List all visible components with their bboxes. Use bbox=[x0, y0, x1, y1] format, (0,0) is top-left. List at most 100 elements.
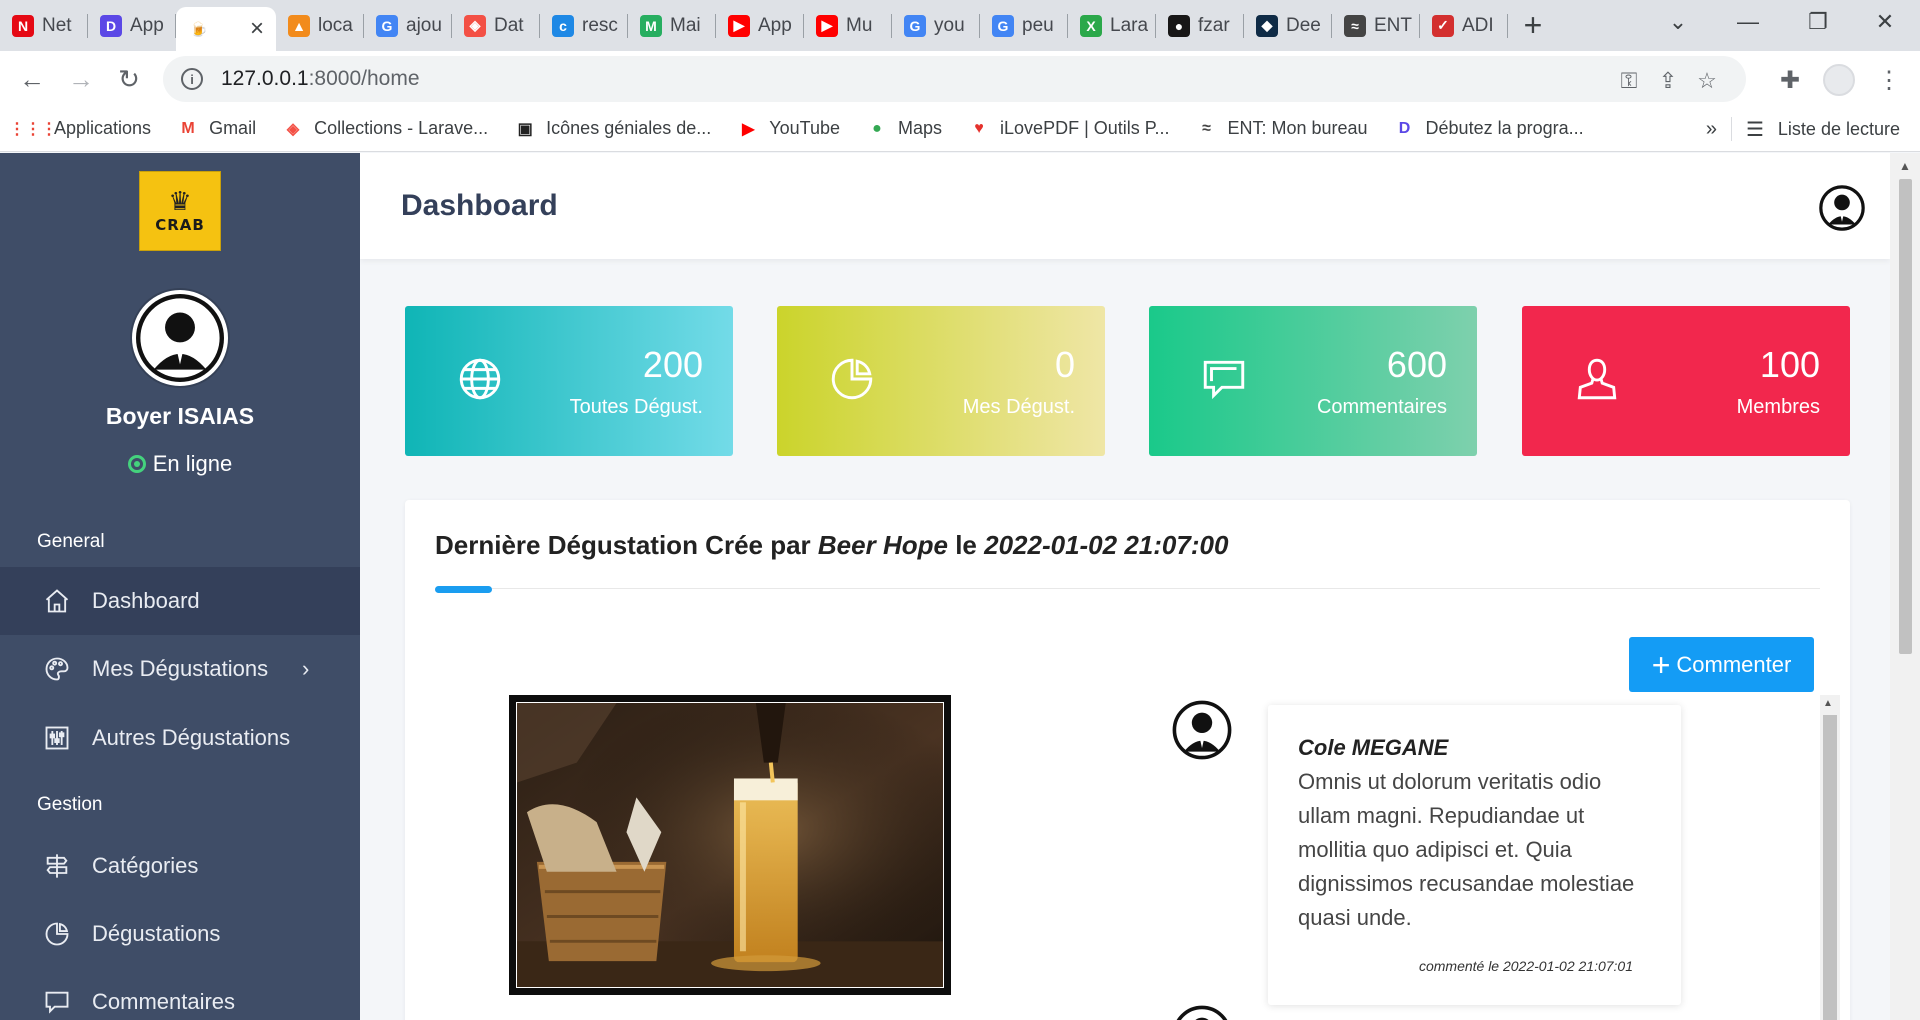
bookmarks-more-icon[interactable]: » bbox=[1706, 118, 1717, 141]
bookmark-item[interactable]: ● Maps bbox=[866, 118, 942, 140]
tab-favicon-icon: ◆ bbox=[1256, 14, 1278, 37]
browser-tab[interactable]: D App bbox=[88, 0, 176, 51]
comment-body: Omnis ut dolorum veritatis odio ullam ma… bbox=[1298, 769, 1635, 930]
chat-icon bbox=[42, 987, 72, 1017]
tab-favicon-icon: G bbox=[992, 14, 1014, 37]
stat-value: 200 bbox=[642, 344, 703, 385]
sidebar-item-commentaires[interactable]: Commentaires bbox=[0, 968, 360, 1020]
sidebar-item-categories[interactable]: Catégories bbox=[0, 832, 360, 900]
tab-favicon-icon: G bbox=[904, 14, 926, 37]
scrollbar-thumb[interactable] bbox=[1899, 179, 1912, 654]
stat-card-mes-degustations[interactable]: 0 Mes Dégust. bbox=[777, 306, 1105, 456]
back-icon[interactable]: ← bbox=[14, 61, 50, 97]
extensions-icon[interactable]: ✚ bbox=[1775, 65, 1805, 95]
site-info-icon[interactable]: i bbox=[181, 68, 203, 90]
stat-card-commentaires[interactable]: 600 Commentaires bbox=[1149, 306, 1477, 456]
key-icon[interactable]: ⚿ bbox=[1614, 66, 1644, 96]
browser-tab[interactable]: ● fzar bbox=[1156, 0, 1244, 51]
scrollbar-thumb[interactable] bbox=[1823, 715, 1837, 1020]
browser-tab[interactable]: X Lara bbox=[1068, 0, 1156, 51]
comments-list[interactable]: Cole MEGANE Omnis ut dolorum veritatis o… bbox=[1125, 695, 1840, 1020]
forward-icon[interactable]: → bbox=[63, 61, 99, 97]
browser-menu-icon[interactable]: ⋮ bbox=[1874, 65, 1904, 95]
bookmark-item[interactable]: ⋮⋮⋮ Applications bbox=[9, 118, 151, 140]
browser-tab[interactable]: N Net bbox=[0, 0, 88, 51]
scroll-up-arrow-icon[interactable]: ▲ bbox=[1899, 159, 1911, 173]
stat-label: Toutes Dégust. bbox=[569, 396, 703, 418]
profile-avatar-icon[interactable] bbox=[1823, 64, 1855, 96]
stat-card-toutes-degustations[interactable]: 200 Toutes Dégust. bbox=[405, 306, 733, 456]
comment-button[interactable]: + Commenter bbox=[1629, 637, 1814, 692]
page-scrollbar[interactable]: ▲ bbox=[1890, 153, 1920, 1020]
bookmark-item[interactable]: M Gmail bbox=[177, 118, 256, 140]
bookmark-item[interactable]: ▶ YouTube bbox=[737, 118, 840, 140]
bookmark-item[interactable]: ◈ Collections - Larave... bbox=[282, 118, 488, 140]
browser-tab[interactable]: ▲ loca bbox=[276, 0, 364, 51]
share-icon[interactable]: ⇪ bbox=[1653, 66, 1683, 96]
bookmark-item[interactable]: ♥ iLovePDF | Outils P... bbox=[968, 118, 1169, 140]
reading-list-link[interactable]: Liste de lecture bbox=[1778, 119, 1900, 140]
bookmark-favicon-icon: ≈ bbox=[1202, 119, 1211, 137]
reload-icon[interactable]: ↻ bbox=[111, 61, 147, 97]
close-window-icon[interactable]: ✕ bbox=[1850, 0, 1920, 44]
tab-favicon-icon: ✓ bbox=[1432, 14, 1454, 37]
address-bar[interactable]: i 127.0.0.1:8000/home ⚿ ⇪ ☆ bbox=[163, 56, 1746, 102]
browser-tab[interactable]: ▶ Mu bbox=[804, 0, 892, 51]
browser-tab[interactable]: c resc bbox=[540, 0, 628, 51]
browser-tab[interactable]: ✓ ADI bbox=[1420, 0, 1508, 51]
main-content: Dashboard 200 Toutes Dégust. 0 Mes Dégus… bbox=[360, 153, 1890, 1020]
crab-logo[interactable]: ♛ CRAB bbox=[139, 171, 221, 251]
new-tab-icon[interactable]: + bbox=[1508, 0, 1558, 51]
sidebar-item-autres-degustations[interactable]: Autres Dégustations bbox=[0, 704, 360, 772]
sidebar-item-degustations[interactable]: Dégustations bbox=[0, 900, 360, 968]
browser-tab[interactable]: Gpeu bbox=[980, 0, 1068, 51]
stat-label: Commentaires bbox=[1316, 396, 1447, 418]
minimize-window-icon[interactable]: — bbox=[1713, 0, 1783, 44]
tab-title: Mai bbox=[670, 14, 701, 36]
scroll-up-arrow-icon[interactable]: ▲ bbox=[1823, 698, 1833, 709]
bookmark-favicon-icon: D bbox=[1398, 119, 1411, 137]
bookmark-favicon-icon: ▣ bbox=[517, 120, 533, 138]
commenter-avatar bbox=[1172, 1005, 1232, 1020]
stat-card-membres[interactable]: 100 Membres bbox=[1522, 306, 1850, 456]
tab-favicon-icon: M bbox=[640, 14, 662, 37]
tab-favicon-icon: ▶ bbox=[728, 14, 750, 37]
commenter-avatar bbox=[1172, 700, 1232, 760]
title-connector: le bbox=[955, 530, 977, 560]
url-path: :8000/home bbox=[308, 67, 420, 90]
tab-search-icon[interactable]: ⌄ bbox=[1643, 0, 1713, 44]
reading-list-icon[interactable]: ☰ bbox=[1746, 117, 1764, 142]
sidebar-item-dashboard[interactable]: Dashboard bbox=[0, 567, 360, 635]
logo-text: CRAB bbox=[155, 216, 205, 234]
restore-window-icon[interactable]: ❐ bbox=[1783, 0, 1853, 44]
bookmark-item[interactable]: ▣ Icônes géniales de... bbox=[514, 118, 712, 140]
bookmark-favicon-icon: ⋮⋮⋮ bbox=[9, 120, 57, 138]
tab-title: App bbox=[758, 14, 792, 36]
sidebar-item-mes-degustations[interactable]: Mes Dégustations › bbox=[0, 635, 360, 703]
browser-tab[interactable]: ◈ Dat bbox=[452, 0, 540, 51]
bookmark-favicon-icon: M bbox=[181, 119, 195, 137]
browser-tab[interactable]: M Mai bbox=[628, 0, 716, 51]
browser-tab[interactable]: ≈ ENT bbox=[1332, 0, 1420, 51]
comments-scrollbar[interactable]: ▲ bbox=[1820, 695, 1840, 1020]
bookmark-label: Gmail bbox=[209, 118, 257, 138]
beer-photo bbox=[516, 702, 944, 988]
stat-label: Membres bbox=[1736, 396, 1820, 418]
panel-divider bbox=[435, 588, 1820, 589]
sidebar-user-name: Boyer ISAIAS bbox=[105, 403, 255, 429]
bookmark-star-icon[interactable]: ☆ bbox=[1692, 66, 1722, 96]
user-avatar-icon bbox=[136, 294, 224, 382]
browser-tab-active[interactable]: 🍺 × bbox=[176, 7, 276, 51]
comment-author: Cole MEGANE bbox=[1298, 735, 1449, 760]
browser-tab[interactable]: ▶ App bbox=[716, 0, 804, 51]
browser-tab[interactable]: ◆ Dee bbox=[1244, 0, 1332, 51]
browser-tab[interactable]: Gajou bbox=[364, 0, 452, 51]
header-user-avatar[interactable] bbox=[1819, 185, 1865, 231]
beer-name[interactable]: Beer Hope bbox=[818, 530, 948, 560]
comment-date: commenté le 2022-01-02 21:07:01 bbox=[1418, 958, 1633, 974]
browser-tab[interactable]: Gyou bbox=[892, 0, 980, 51]
bookmark-item[interactable]: D Débutez la progra... bbox=[1394, 118, 1584, 140]
beer-photo-frame bbox=[509, 695, 951, 995]
close-tab-icon[interactable]: × bbox=[250, 15, 264, 43]
bookmark-item[interactable]: ≈ ENT: Mon bureau bbox=[1195, 118, 1367, 140]
